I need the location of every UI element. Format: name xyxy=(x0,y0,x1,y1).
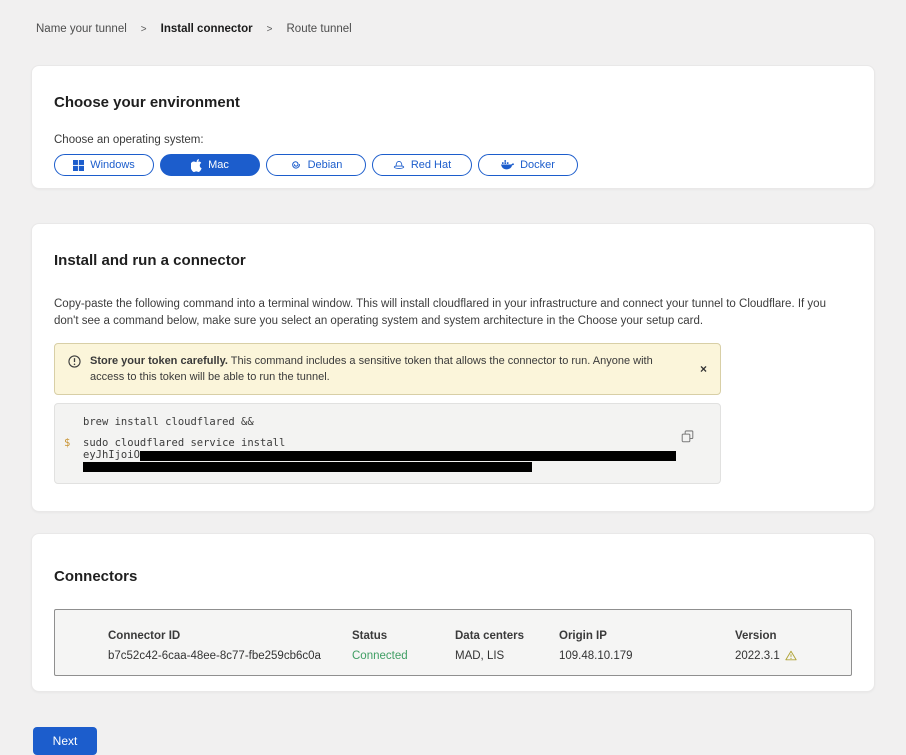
connectors-card: Connectors Connector ID Status Data cent… xyxy=(31,533,875,692)
install-card-title: Install and run a connector xyxy=(54,252,852,270)
os-button-label: Mac xyxy=(208,159,229,171)
redacted-token-bar xyxy=(140,451,676,461)
column-header-data-centers: Data centers xyxy=(455,630,559,642)
breadcrumb-name-your-tunnel[interactable]: Name your tunnel xyxy=(36,23,127,35)
table-row: b7c52c42-6caa-48ee-8c77-fbe259cb6c0a Con… xyxy=(108,650,851,662)
os-button-label: Docker xyxy=(520,159,555,171)
debian-icon xyxy=(290,159,302,171)
copy-icon[interactable] xyxy=(681,430,694,446)
origin-ip-value: 109.48.10.179 xyxy=(559,650,735,662)
os-button-label: Windows xyxy=(90,159,135,171)
environment-card-title: Choose your environment xyxy=(54,94,852,112)
token-warning-banner: Store your token carefully. This command… xyxy=(54,343,721,395)
connectors-card-title: Connectors xyxy=(54,568,852,586)
connector-id-value: b7c52c42-6caa-48ee-8c77-fbe259cb6c0a xyxy=(108,650,352,662)
status-badge: Connected xyxy=(352,650,455,662)
connectors-table: Connector ID Status Data centers Origin … xyxy=(54,609,852,676)
os-button-label: Red Hat xyxy=(411,159,451,171)
next-button[interactable]: Next xyxy=(33,727,97,755)
code-command-text: sudo cloudflared service install xyxy=(83,437,285,449)
column-header-version: Version xyxy=(735,630,851,642)
breadcrumb: Name your tunnel > Install connector > R… xyxy=(36,23,875,35)
breadcrumb-route-tunnel[interactable]: Route tunnel xyxy=(287,23,352,35)
page: Name your tunnel > Install connector > R… xyxy=(0,0,906,755)
footer: Next xyxy=(33,727,875,755)
column-header-origin-ip: Origin IP xyxy=(559,630,735,642)
alert-circle-icon xyxy=(68,355,81,385)
choose-environment-card: Choose your environment Choose an operat… xyxy=(31,65,875,189)
breadcrumb-separator: > xyxy=(267,24,273,35)
version-value: 2022.3.1 xyxy=(735,650,780,662)
column-header-status: Status xyxy=(352,630,455,642)
code-line-brew: brew install cloudflared && xyxy=(83,417,676,428)
docker-icon xyxy=(501,160,514,170)
token-prefix-text: eyJhIjoiO xyxy=(83,450,140,461)
token-line: eyJhIjoiO xyxy=(83,450,676,461)
os-button-windows[interactable]: Windows xyxy=(54,154,154,176)
warning-title: Store your token carefully. xyxy=(90,355,228,367)
os-button-redhat[interactable]: Red Hat xyxy=(372,154,472,176)
close-icon[interactable]: × xyxy=(700,363,707,375)
breadcrumb-separator: > xyxy=(141,24,147,35)
install-command-codeblock: brew install cloudflared && $ sudo cloud… xyxy=(54,403,721,484)
redhat-icon xyxy=(393,160,405,171)
code-line-sudo: $ sudo cloudflared service install xyxy=(83,438,676,449)
install-connector-card: Install and run a connector Copy-paste t… xyxy=(31,223,875,512)
os-button-group: Windows Mac Debian Red Hat xyxy=(54,154,852,176)
breadcrumb-install-connector[interactable]: Install connector xyxy=(161,23,253,35)
os-button-debian[interactable]: Debian xyxy=(266,154,366,176)
data-centers-value: MAD, LIS xyxy=(455,650,559,662)
redacted-token-bar xyxy=(83,462,532,472)
install-description: Copy-paste the following command into a … xyxy=(54,296,852,330)
warning-triangle-icon xyxy=(785,650,797,661)
shell-prompt: $ xyxy=(64,438,70,449)
os-button-docker[interactable]: Docker xyxy=(478,154,578,176)
table-header-row: Connector ID Status Data centers Origin … xyxy=(108,630,851,642)
windows-icon xyxy=(73,160,84,171)
os-button-mac[interactable]: Mac xyxy=(160,154,260,176)
warning-text: Store your token carefully. This command… xyxy=(90,353,680,385)
apple-icon xyxy=(191,159,202,172)
os-button-label: Debian xyxy=(308,159,343,171)
column-header-connector-id: Connector ID xyxy=(108,630,352,642)
os-select-label: Choose an operating system: xyxy=(54,134,852,146)
